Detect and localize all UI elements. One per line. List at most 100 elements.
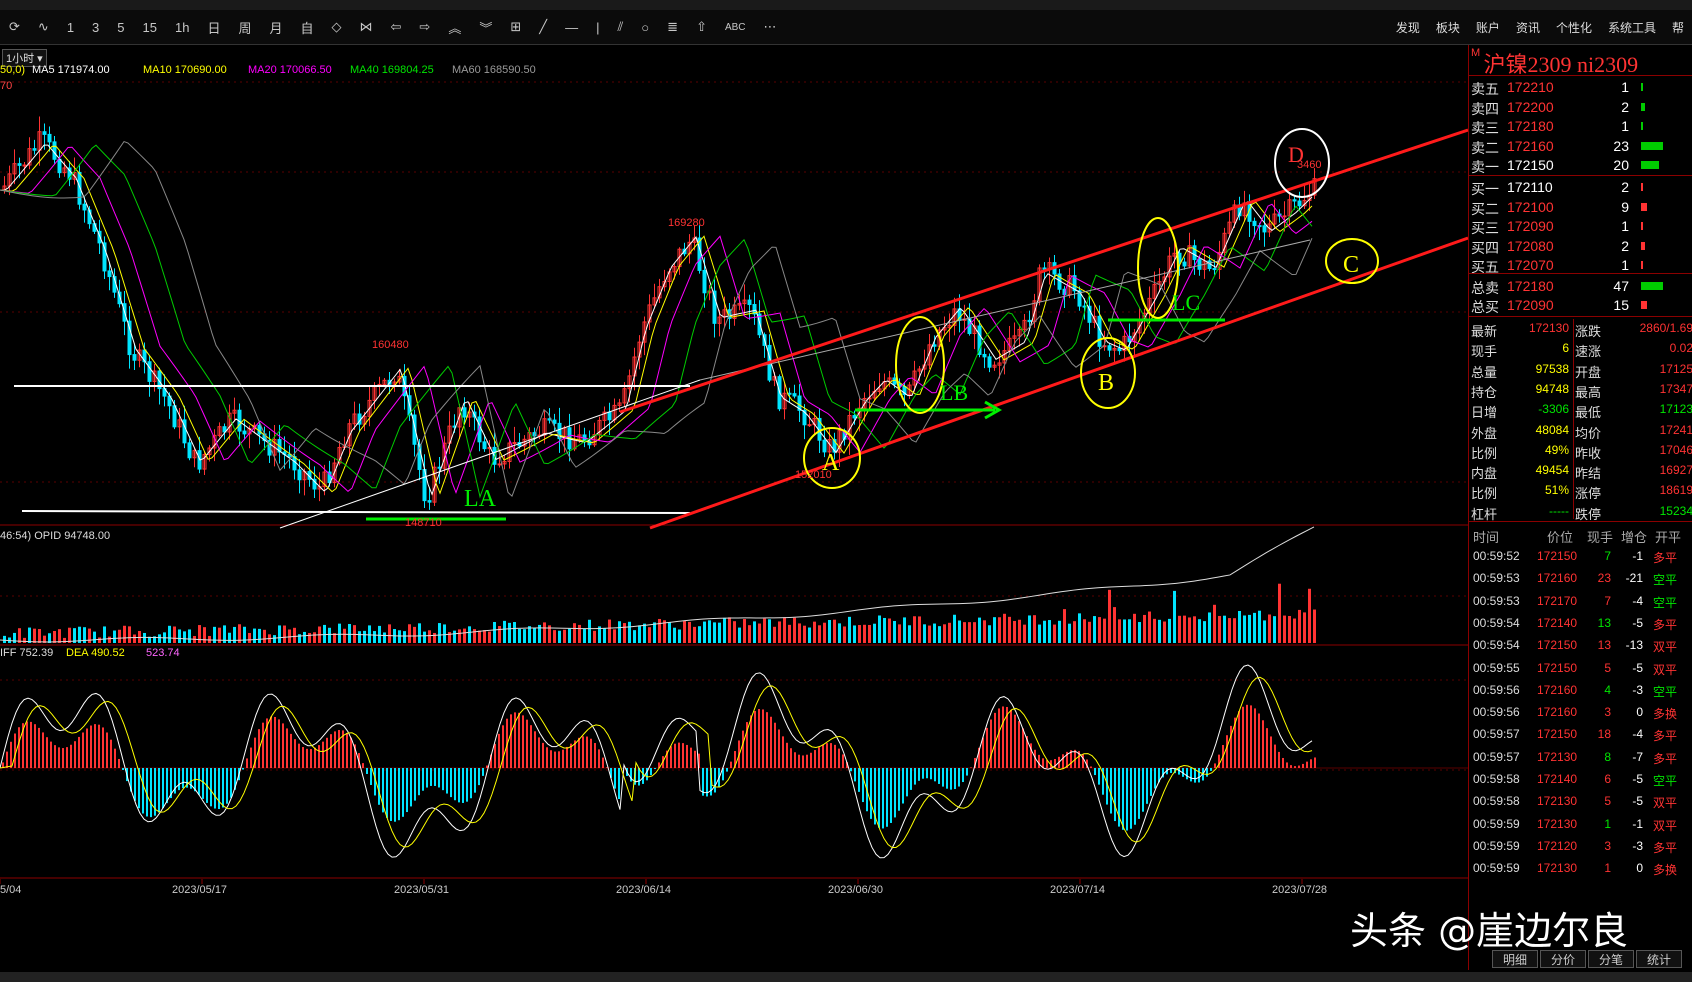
trade-row[interactable]: 00:59:57 172130 8 -7 多平 xyxy=(1469,746,1692,770)
ask-row[interactable]: 卖四 172200 2 xyxy=(1469,97,1692,118)
macd-bar xyxy=(178,768,180,791)
macd-bar xyxy=(862,768,864,803)
menu-personalize[interactable]: 个性化 xyxy=(1556,19,1592,36)
trade-row[interactable]: 00:59:52 172150 7 -1 多平 xyxy=(1469,545,1692,569)
trade-row[interactable]: 00:59:58 172140 6 -5 空平 xyxy=(1469,768,1692,792)
text-tool-icon[interactable]: ABC xyxy=(725,22,746,33)
volume-bar xyxy=(198,625,201,643)
macd-bar xyxy=(942,768,944,787)
period-15[interactable]: 15 xyxy=(143,20,157,35)
macd-bar xyxy=(1198,768,1200,783)
period-month[interactable]: 月 xyxy=(269,18,282,37)
macd-bar xyxy=(562,749,564,768)
period-5[interactable]: 5 xyxy=(117,20,124,35)
volume-bar xyxy=(588,619,591,643)
period-1[interactable]: 1 xyxy=(67,20,74,35)
trade-row[interactable]: 00:59:58 172130 5 -5 双平 xyxy=(1469,790,1692,814)
volume-bar xyxy=(98,637,101,643)
macd-bar xyxy=(850,768,852,772)
trade-time: 00:59:58 xyxy=(1473,772,1520,786)
trade-row[interactable]: 00:59:59 172120 3 -3 多平 xyxy=(1469,835,1692,859)
macd-bar xyxy=(294,739,296,768)
arrow-down-icon[interactable]: ︾ xyxy=(479,18,492,37)
arrow-up-icon[interactable]: ︽ xyxy=(448,18,461,37)
menu-help[interactable]: 帮 xyxy=(1672,19,1684,36)
more-icon[interactable]: ⋯ xyxy=(764,19,777,35)
refresh-icon[interactable]: ⟳ xyxy=(9,19,20,35)
trade-row[interactable]: 00:59:53 172160 23 -21 空平 xyxy=(1469,567,1692,591)
macd-bar xyxy=(1214,763,1216,768)
zoom-out-icon[interactable]: ⋈ xyxy=(360,19,373,35)
period-1h[interactable]: 1h xyxy=(175,20,189,35)
period-custom[interactable]: 自 xyxy=(301,18,314,37)
volume-bar xyxy=(453,630,456,643)
candle-body xyxy=(132,354,137,361)
trade-row[interactable]: 00:59:55 172150 5 -5 双平 xyxy=(1469,657,1692,681)
layout-icon[interactable]: ⊞ xyxy=(510,19,521,35)
trade-row[interactable]: 00:59:53 172170 7 -4 空平 xyxy=(1469,590,1692,614)
ellipse-tool-icon[interactable]: ○ xyxy=(641,20,649,35)
kline-chart[interactable]: 1692801604801487101520103460ABCDLALBLC5/… xyxy=(0,45,1468,970)
trade-row[interactable]: 00:59:59 172130 1 -1 双平 xyxy=(1469,813,1692,837)
trade-row[interactable]: 00:59:57 172150 18 -4 多平 xyxy=(1469,723,1692,747)
status-bar xyxy=(0,972,1692,982)
arrow-right-icon[interactable]: ⇨ xyxy=(419,19,430,35)
line-tool-icon[interactable]: ╱ xyxy=(539,19,547,35)
volume-bar xyxy=(283,625,286,643)
volume-bar xyxy=(1123,619,1126,643)
stat-label: 涨跌 xyxy=(1575,324,1602,339)
period-day[interactable]: 日 xyxy=(207,18,220,37)
menu-sector[interactable]: 板块 xyxy=(1436,19,1460,36)
period-3[interactable]: 3 xyxy=(92,20,99,35)
trades-header-cell: 时间 xyxy=(1473,530,1500,545)
menu-news[interactable]: 资讯 xyxy=(1516,19,1540,36)
trade-row[interactable]: 00:59:54 172150 13 -13 双平 xyxy=(1469,634,1692,658)
volume-bar xyxy=(988,625,991,643)
bid-row[interactable]: 买四 172080 2 xyxy=(1469,236,1692,257)
menu-account[interactable]: 账户 xyxy=(1476,19,1500,36)
stat-label: 最新 xyxy=(1471,324,1498,339)
ask-row[interactable]: 卖一 172150 20 xyxy=(1469,155,1692,176)
macd-bar xyxy=(1310,759,1312,768)
macd-bar xyxy=(750,715,752,768)
total-ask-row[interactable]: 总卖 172180 47 xyxy=(1469,276,1692,297)
channel-tool-icon[interactable]: ⫽ xyxy=(617,19,623,35)
volume-bar xyxy=(498,626,501,643)
bid-row[interactable]: 买一 172110 2 xyxy=(1469,177,1692,198)
trade-row[interactable]: 00:59:56 172160 3 0 多换 xyxy=(1469,701,1692,725)
ask-row[interactable]: 卖二 172160 23 xyxy=(1469,136,1692,157)
ask-row[interactable]: 卖五 172210 1 xyxy=(1469,77,1692,98)
zoom-in-icon[interactable]: ◇ xyxy=(332,19,342,35)
trade-row[interactable]: 00:59:54 172140 13 -5 多平 xyxy=(1469,612,1692,636)
volume-bar xyxy=(108,636,111,643)
trade-row[interactable]: 00:59:56 172160 4 -3 空平 xyxy=(1469,679,1692,703)
menu-discover[interactable]: 发现 xyxy=(1396,19,1420,36)
tab-stats[interactable]: 统计 xyxy=(1636,950,1683,968)
book-price: 172200 xyxy=(1507,98,1554,115)
total-bid-row[interactable]: 总买 172090 15 xyxy=(1469,295,1692,316)
vline-tool-icon[interactable]: | xyxy=(596,20,599,35)
trade-price: 172160 xyxy=(1537,682,1578,697)
volume-bar xyxy=(828,620,831,643)
macd-bar xyxy=(578,737,580,768)
menu-system-tools[interactable]: 系统工具 xyxy=(1608,19,1656,36)
arrow-left-icon[interactable]: ⇦ xyxy=(391,19,402,35)
macd-bar xyxy=(114,748,116,768)
fib-tool-icon[interactable]: ≣ xyxy=(667,19,678,35)
trade-row[interactable]: 00:59:59 172130 1 0 多换 xyxy=(1469,857,1692,881)
macd-bar xyxy=(62,748,64,768)
macd-bar xyxy=(182,768,184,789)
trade-oi-change: -4 xyxy=(1632,593,1643,608)
bid-row[interactable]: 买二 172100 9 xyxy=(1469,197,1692,218)
trade-time: 00:59:53 xyxy=(1473,593,1520,608)
bid-row[interactable]: 买三 172090 1 xyxy=(1469,216,1692,237)
volume-bar xyxy=(1303,612,1306,643)
indicator-icon[interactable]: ∿ xyxy=(38,19,49,35)
label-148710: 148710 xyxy=(405,517,442,529)
macd-bar xyxy=(1018,721,1020,768)
ask-row[interactable]: 卖三 172180 1 xyxy=(1469,116,1692,137)
macd-bar xyxy=(938,768,940,784)
arrow-tool-icon[interactable]: ⇧ xyxy=(696,19,707,35)
hline-tool-icon[interactable]: — xyxy=(565,20,578,35)
period-week[interactable]: 周 xyxy=(238,18,251,37)
